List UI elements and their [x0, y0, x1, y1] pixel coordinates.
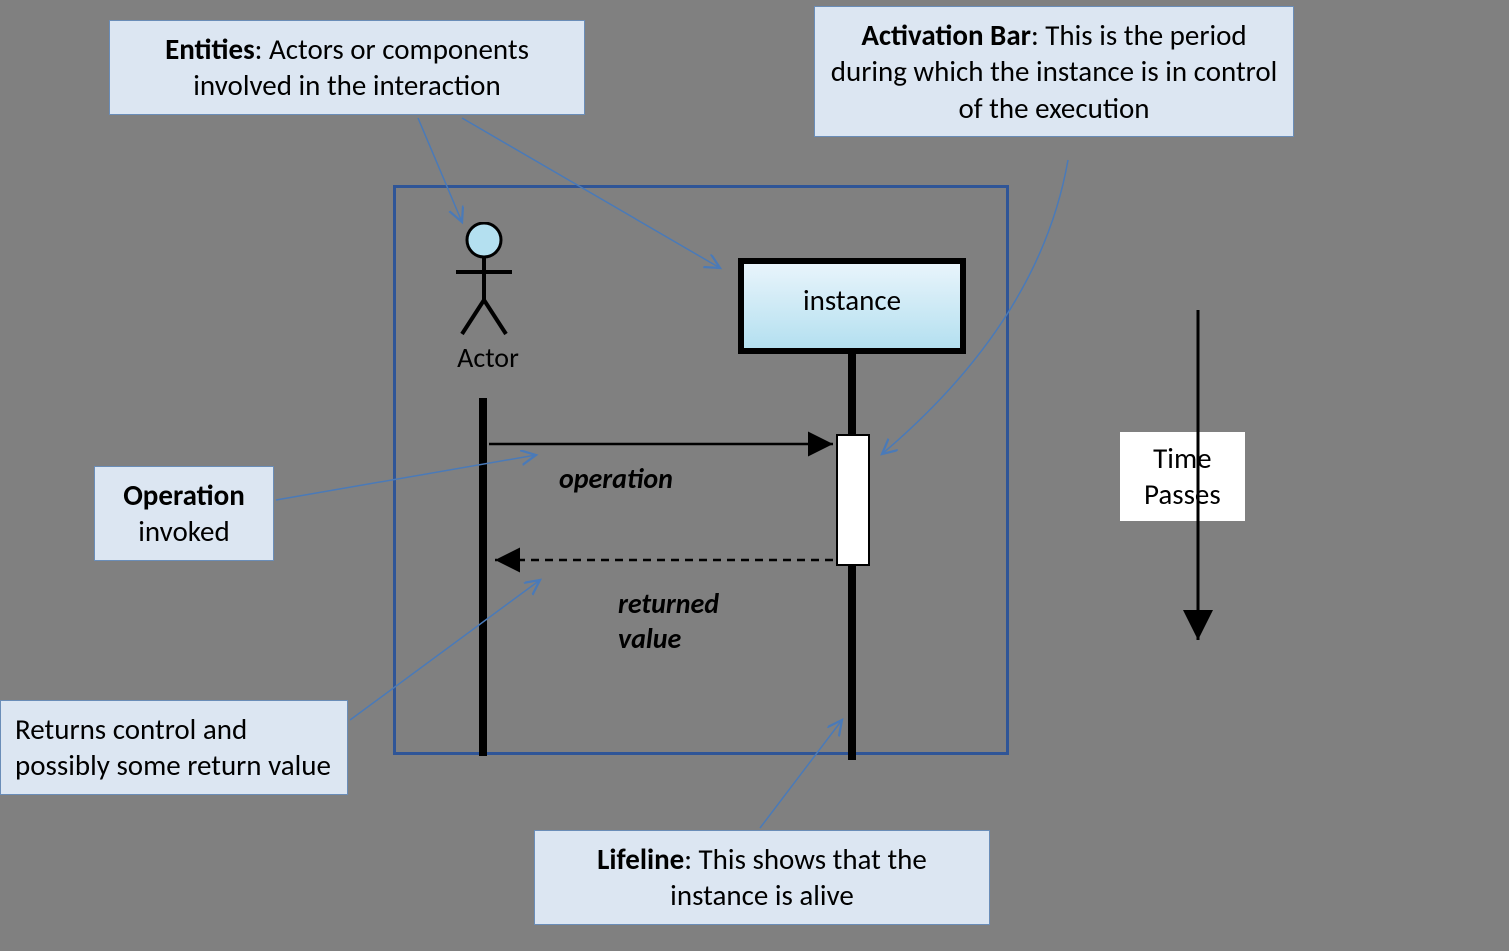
operation-message-label: operation: [559, 461, 673, 496]
callout-activation: Activation Bar: This is the period durin…: [814, 6, 1294, 137]
actor-lifeline: [479, 398, 487, 756]
callout-lifeline: Lifeline: This shows that the instance i…: [534, 830, 990, 925]
instance-box: instance: [738, 258, 966, 354]
time-passes-box: TimePasses: [1120, 432, 1245, 521]
callout-entities: Entities: Actors or components involved …: [109, 20, 585, 115]
actor-label: Actor: [448, 340, 528, 375]
callout-returns: Returns control and possibly some return…: [0, 700, 348, 795]
instance-label: instance: [803, 282, 901, 318]
activation-bar: [836, 434, 870, 566]
callout-operation: Operation invoked: [94, 466, 274, 561]
return-message-label: returned value: [618, 586, 719, 656]
